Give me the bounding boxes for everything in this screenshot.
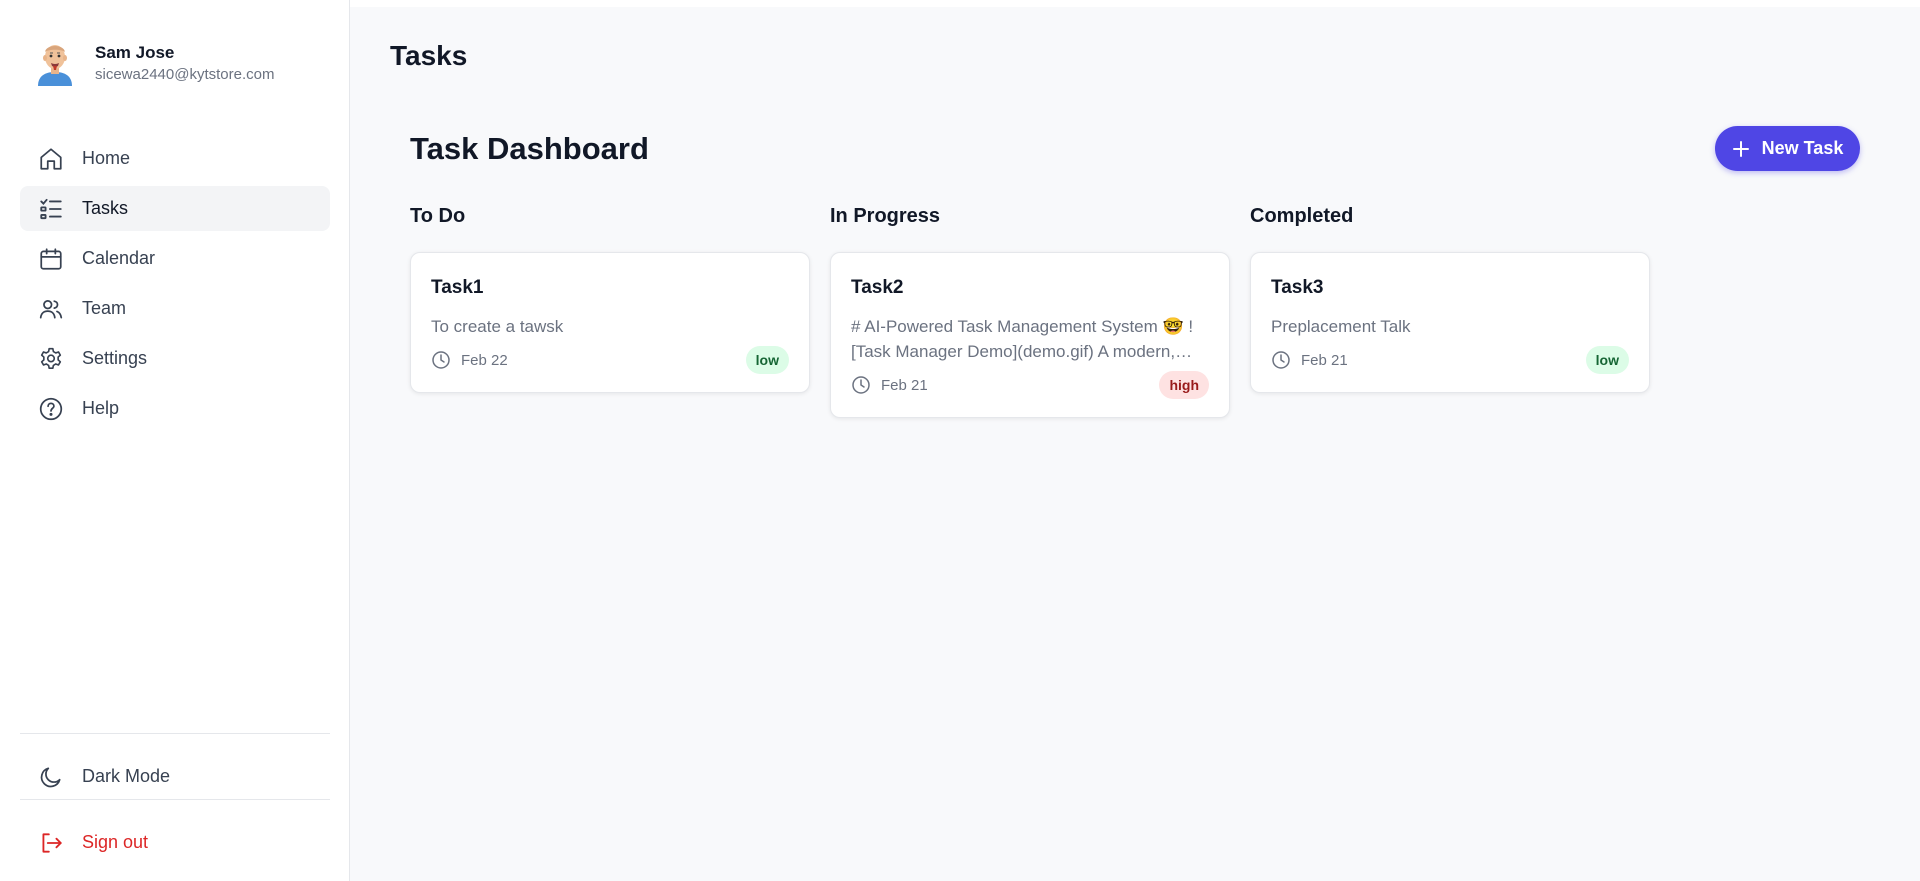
gear-icon — [40, 347, 62, 369]
dark-mode-label: Dark Mode — [82, 766, 171, 786]
dark-mode-toggle[interactable]: Dark Mode — [20, 754, 330, 799]
task-date: Feb 21 — [1271, 350, 1348, 370]
sidebar-item-help[interactable]: Help — [20, 386, 330, 431]
priority-badge: low — [745, 346, 789, 374]
task-description: Preplacement Talk — [1271, 317, 1411, 336]
help-icon — [39, 397, 63, 420]
task-date-text: Feb 21 — [881, 376, 928, 394]
profile-text: Sam Jose sicewa2440@kytstore.com — [95, 43, 274, 84]
task-description: # AI-Powered Task Management System 🤓 ![… — [851, 317, 1194, 361]
task-date-text: Feb 22 — [461, 351, 508, 369]
column-title: To Do — [410, 205, 466, 227]
plus-icon — [1732, 140, 1749, 157]
task-footer: Feb 21 low — [1271, 346, 1629, 374]
sign-out-button[interactable]: Sign out — [20, 820, 330, 865]
moon-icon — [40, 766, 61, 787]
home-icon — [40, 147, 62, 170]
sidebar: Sam Jose sicewa2440@kytstore.com Home Ta… — [0, 0, 350, 881]
sidebar-item-label: Team — [82, 298, 127, 318]
sidebar-item-label: Help — [82, 398, 120, 418]
dashboard-title: Task Dashboard — [410, 131, 649, 166]
avatar — [38, 45, 72, 86]
task-card[interactable]: Task1 To create a tawsk Feb 22 low — [410, 252, 810, 393]
task-footer: Feb 22 low — [431, 346, 789, 374]
priority-badge: low — [1585, 346, 1629, 374]
sidebar-item-calendar[interactable]: Calendar — [20, 236, 330, 281]
column-title: In Progress — [830, 205, 941, 227]
sidebar-item-label: Calendar — [82, 248, 156, 268]
column-completed: Completed Task3 Preplacement Talk Feb 21… — [1250, 205, 1650, 393]
task-card[interactable]: Task2 # AI-Powered Task Management Syste… — [830, 252, 1230, 418]
task-card[interactable]: Task3 Preplacement Talk Feb 21 low — [1250, 252, 1650, 393]
sign-out-label: Sign out — [82, 832, 149, 852]
calendar-icon — [40, 247, 62, 270]
sidebar-item-label: Tasks — [82, 198, 129, 218]
task-title: Task1 — [431, 277, 484, 298]
clock-icon — [1272, 351, 1290, 369]
sidebar-item-home[interactable]: Home — [20, 136, 330, 181]
task-title: Task2 — [851, 277, 904, 298]
task-footer: Feb 21 high — [851, 371, 1209, 399]
user-name: Sam Jose — [95, 42, 175, 62]
user-email: sicewa2440@kytstore.com — [95, 65, 275, 83]
team-icon — [39, 299, 63, 319]
divider — [20, 799, 330, 800]
new-task-label: New Task — [1761, 138, 1844, 158]
sidebar-item-tasks[interactable]: Tasks — [20, 186, 330, 231]
tasks-list-icon — [40, 198, 62, 219]
task-title: Task3 — [1271, 277, 1324, 298]
sign-out-icon — [42, 832, 62, 853]
task-date: Feb 21 — [851, 375, 928, 395]
sidebar-item-label: Home — [82, 148, 131, 168]
clock-icon — [432, 351, 450, 369]
sidebar-item-label: Settings — [82, 348, 148, 368]
task-date-text: Feb 21 — [1301, 351, 1348, 369]
page-title: Tasks — [390, 40, 468, 71]
column-to-do: To Do Task1 To create a tawsk Feb 22 low — [410, 205, 810, 393]
priority-badge: high — [1159, 371, 1209, 399]
sidebar-item-team[interactable]: Team — [20, 286, 330, 331]
divider — [20, 733, 330, 734]
sidebar-nav: Home Tasks Calendar Team Settings Help — [20, 136, 330, 436]
task-date: Feb 22 — [431, 350, 508, 370]
column-in-progress: In Progress Task2 # AI-Powered Task Mana… — [830, 205, 1230, 418]
clock-icon — [852, 376, 870, 394]
sidebar-item-settings[interactable]: Settings — [20, 336, 330, 381]
new-task-button[interactable]: New Task — [1715, 126, 1860, 171]
task-description: To create a tawsk — [431, 317, 564, 336]
column-title: Completed — [1250, 205, 1354, 227]
user-profile[interactable]: Sam Jose sicewa2440@kytstore.com — [34, 40, 274, 86]
